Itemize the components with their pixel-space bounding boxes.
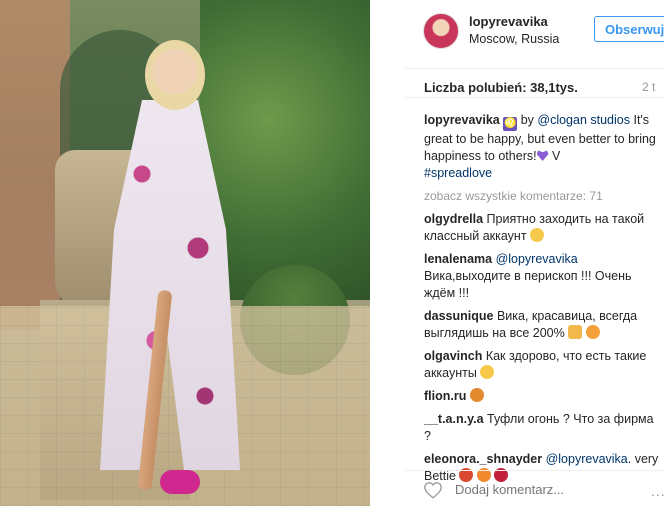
- comment-username[interactable]: eleonora._shnayder: [424, 452, 542, 466]
- comment-username[interactable]: flion.ru: [424, 389, 466, 403]
- comment: olgavinch Как здорово, что есть такие ак…: [424, 348, 660, 382]
- comment-mention[interactable]: @lopyrevavika: [492, 252, 578, 266]
- location-link[interactable]: Moscow, Russia: [469, 32, 559, 46]
- comment: lenalenama @lopyrevavika Вика,выходите в…: [424, 251, 660, 302]
- smile-emoji-icon: [530, 228, 545, 242]
- like-heart-icon[interactable]: [423, 481, 443, 499]
- comment-mention[interactable]: @lopyrevavika: [542, 452, 628, 466]
- photo-shoe: [160, 470, 200, 494]
- follow-button[interactable]: Obserwuj: [594, 16, 664, 42]
- comments-list: lopyrevavika ♌ by @clogan studios It's g…: [424, 112, 660, 491]
- comment-username[interactable]: olgavinch: [424, 349, 482, 363]
- more-options-icon[interactable]: ...: [651, 483, 664, 499]
- caption-by: by: [517, 113, 538, 127]
- likes-count[interactable]: Liczba polubień: 38,1tys.: [424, 80, 578, 95]
- comment-username[interactable]: dassunique: [424, 309, 493, 323]
- comment-username[interactable]: olgydrella: [424, 212, 483, 226]
- caption-hashtag[interactable]: #spreadlove: [424, 166, 492, 180]
- comment-username[interactable]: lenalenama: [424, 252, 492, 266]
- photo-head: [145, 40, 205, 110]
- comment: olgydrella Приятно заходить на такой кла…: [424, 211, 660, 245]
- smile-emoji-icon: [480, 365, 495, 379]
- author-username[interactable]: lopyrevavika: [469, 14, 548, 29]
- caption: lopyrevavika ♌ by @clogan studios It's g…: [424, 112, 660, 182]
- caption-username[interactable]: lopyrevavika: [424, 113, 500, 127]
- leo-zodiac-icon: ♌: [503, 117, 518, 131]
- avatar[interactable]: [423, 13, 459, 49]
- post-header: lopyrevavika Moscow, Russia Obserwuj: [405, 0, 664, 69]
- caption-mention[interactable]: @clogan studios: [537, 113, 630, 127]
- comment: __t.a.n.y.a Туфли огонь ? Что за фирма ?: [424, 411, 660, 445]
- photo-dress: [100, 100, 240, 470]
- view-all-comments-link[interactable]: zobacz wszystkie komentarze: 71: [424, 188, 660, 205]
- comment: dassunique Вика, красавица, всегда выгля…: [424, 308, 660, 342]
- post-photo[interactable]: [0, 0, 370, 506]
- purple-heart-icon: [536, 150, 549, 161]
- comment: flion.ru: [424, 388, 660, 405]
- divider: [405, 97, 664, 98]
- add-comment-input[interactable]: [455, 482, 605, 497]
- smile-emoji-icon: [585, 325, 600, 339]
- comment-username[interactable]: __t.a.n.y.a: [424, 412, 484, 426]
- thumbs-up-emoji-icon: [568, 325, 583, 339]
- flower-emoji-icon: [469, 388, 484, 402]
- post-footer: ...: [405, 470, 664, 507]
- post-age[interactable]: 2 t: [642, 80, 655, 94]
- caption-tail: V: [548, 149, 561, 163]
- photo-model: [90, 40, 250, 500]
- comment-text: Вика,выходите в перископ !!! Очень ждём …: [424, 269, 632, 300]
